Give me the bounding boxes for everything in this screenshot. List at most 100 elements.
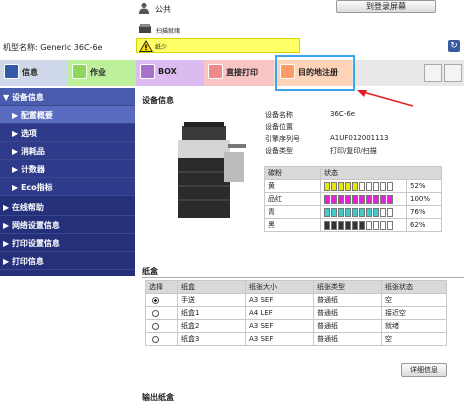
toner-segment bbox=[373, 195, 379, 204]
box-icon bbox=[140, 64, 155, 79]
toner-segment bbox=[359, 182, 365, 191]
toner-segment bbox=[338, 182, 344, 191]
toner-percent: 62% bbox=[406, 218, 442, 232]
toner-segment bbox=[359, 221, 365, 230]
scan-tab-icon[interactable] bbox=[424, 64, 442, 82]
toner-segment bbox=[324, 221, 330, 230]
scanner-icon bbox=[139, 24, 151, 33]
warning-banner: 纸少 bbox=[136, 38, 300, 53]
sidebar-item-network-settings[interactable]: ▶ 网络设置信息 bbox=[0, 216, 135, 234]
tray-size: A3 SEF bbox=[245, 332, 314, 346]
toner-segment bbox=[331, 221, 337, 230]
toner-segment bbox=[345, 195, 351, 204]
toner-segment bbox=[387, 208, 393, 217]
tray-type: 普通纸 bbox=[313, 306, 382, 320]
tray-status: 就绪 bbox=[381, 319, 447, 333]
toner-percent: 100% bbox=[406, 192, 442, 206]
tray-size: A4 LEF bbox=[245, 306, 314, 320]
scan-status: 扫描就绪 bbox=[156, 28, 181, 35]
sidebar-item-online-help[interactable]: ▶ 在线帮助 bbox=[0, 198, 135, 216]
table-row: 手送 A3 SEF 普通纸 空 bbox=[145, 293, 447, 307]
select-header: 选择 bbox=[145, 280, 178, 294]
toner-row: 黄 52% bbox=[264, 179, 442, 193]
size-header: 纸张大小 bbox=[245, 280, 314, 294]
sidebar-item-config-summary[interactable]: ▶ 配置概要 bbox=[0, 106, 135, 124]
status-header: 状态 bbox=[320, 166, 442, 180]
warning-icon bbox=[139, 40, 153, 52]
toner-segment bbox=[366, 221, 372, 230]
toner-segment bbox=[324, 208, 330, 217]
user-icon bbox=[139, 3, 149, 14]
tab-box[interactable]: BOX bbox=[136, 60, 204, 86]
printer-image bbox=[178, 122, 246, 218]
sidebar-item-device-info[interactable]: ▼ 设备信息 bbox=[0, 88, 135, 106]
print-icon bbox=[208, 64, 223, 79]
details-button[interactable]: 详细信息 bbox=[401, 363, 447, 377]
toner-name: 黑 bbox=[264, 218, 321, 232]
toner-segment bbox=[352, 182, 358, 191]
toner-level-bar bbox=[324, 182, 403, 191]
toner-segment bbox=[352, 208, 358, 217]
tray-status: 空 bbox=[381, 332, 447, 346]
status-header: 纸张状态 bbox=[381, 280, 447, 294]
sidebar-item-print-settings[interactable]: ▶ 打印设置信息 bbox=[0, 234, 135, 252]
tab-info[interactable]: 信息 bbox=[0, 60, 68, 86]
toner-segment bbox=[345, 221, 351, 230]
tray-status: 空 bbox=[381, 293, 447, 307]
engine-serial-value: A1UF012001113 bbox=[330, 134, 389, 142]
toner-segment bbox=[345, 182, 351, 191]
tab-job[interactable]: 作业 bbox=[68, 60, 136, 86]
toner-segment bbox=[359, 195, 365, 204]
toner-segment bbox=[331, 182, 337, 191]
highlight-box bbox=[275, 55, 355, 91]
settings-tab-icon[interactable] bbox=[444, 64, 462, 82]
tray-radio[interactable] bbox=[152, 335, 159, 343]
toner-segment bbox=[387, 182, 393, 191]
toner-segment bbox=[387, 195, 393, 204]
sidebar-item-options[interactable]: ▶ 选项 bbox=[0, 124, 135, 142]
device-type-label: 设备类型 bbox=[265, 147, 293, 155]
tray-radio[interactable] bbox=[152, 309, 159, 317]
tray-type: 普通纸 bbox=[313, 332, 382, 346]
toner-segment bbox=[366, 182, 372, 191]
sidebar-item-print-info[interactable]: ▶ 打印信息 bbox=[0, 252, 135, 270]
tray-header-row: 选择 纸盒 纸张大小 纸张类型 纸张状态 bbox=[145, 280, 447, 294]
warning-text: 纸少 bbox=[155, 44, 168, 51]
device-name-label: 设备名称 bbox=[265, 111, 293, 119]
device-location-label: 设备位置 bbox=[265, 123, 293, 131]
toner-header: 碳粉 bbox=[264, 166, 321, 180]
tray-type: 普通纸 bbox=[313, 293, 382, 307]
toner-table: 碳粉 状态 黄 52% 品红 100% 青 76% 黑 62% bbox=[264, 166, 442, 232]
toner-row: 品红 100% bbox=[264, 192, 442, 206]
toner-segment bbox=[373, 182, 379, 191]
toner-segment bbox=[324, 195, 330, 204]
top-bar: 公共 到登录屏幕 bbox=[0, 0, 464, 18]
toner-segment bbox=[366, 208, 372, 217]
toner-segment bbox=[324, 182, 330, 191]
tray-radio[interactable] bbox=[152, 322, 159, 330]
tray-size: A3 SEF bbox=[245, 293, 314, 307]
divider bbox=[142, 277, 464, 278]
toner-segment bbox=[331, 195, 337, 204]
sidebar-item-consumables[interactable]: ▶ 消耗品 bbox=[0, 142, 135, 160]
toner-segment bbox=[387, 221, 393, 230]
login-screen-button[interactable]: 到登录屏幕 bbox=[336, 0, 436, 13]
toner-level-bar bbox=[324, 208, 403, 217]
tray-header: 纸盒 bbox=[177, 280, 246, 294]
toner-segment bbox=[352, 221, 358, 230]
toner-segment bbox=[380, 182, 386, 191]
type-header: 纸张类型 bbox=[313, 280, 382, 294]
table-row: 纸盒2 A3 SEF 普通纸 就绪 bbox=[145, 319, 447, 333]
tray-radio[interactable] bbox=[152, 296, 159, 304]
toner-segment bbox=[338, 195, 344, 204]
sidebar-item-counter[interactable]: ▶ 计数器 bbox=[0, 160, 135, 178]
tab-direct-print[interactable]: 直接打印 bbox=[204, 60, 274, 86]
tray-status: 接近空 bbox=[381, 306, 447, 320]
tray-name: 纸盒3 bbox=[177, 332, 246, 346]
refresh-icon[interactable]: ↻ bbox=[448, 40, 460, 52]
toner-name: 青 bbox=[264, 205, 321, 219]
main-tabs: 信息 作业 BOX 直接打印 目的地注册 bbox=[0, 60, 464, 86]
tray-type: 普通纸 bbox=[313, 319, 382, 333]
sidebar-item-eco[interactable]: ▶ Eco指标 bbox=[0, 178, 135, 196]
job-icon bbox=[72, 64, 87, 79]
